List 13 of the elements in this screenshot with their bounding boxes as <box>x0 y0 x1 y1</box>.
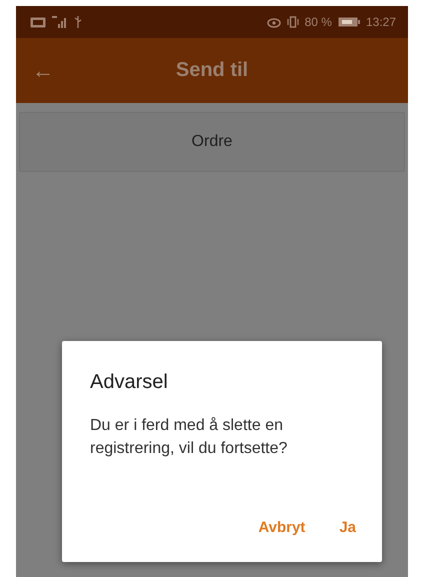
dialog-message: Du er i ferd med å slette en registrering, vil du fortsette? <box>90 416 288 459</box>
dialog-button[interactable]: Ja <box>329 511 366 544</box>
clock-time: 13:27 <box>366 15 396 29</box>
eye-icon <box>266 16 281 28</box>
vibrate-icon <box>286 16 299 28</box>
signal-icon <box>52 16 68 28</box>
list-item[interactable]: Ordre <box>19 112 405 172</box>
dialog-title: Advarsel <box>90 371 169 394</box>
back-button[interactable]: ← <box>32 58 54 84</box>
screen-title: Send til <box>176 59 248 81</box>
battery-icon <box>338 17 360 27</box>
dialog-button[interactable]: Avbryt <box>248 511 316 544</box>
battery-percent: 80 % <box>304 15 332 29</box>
